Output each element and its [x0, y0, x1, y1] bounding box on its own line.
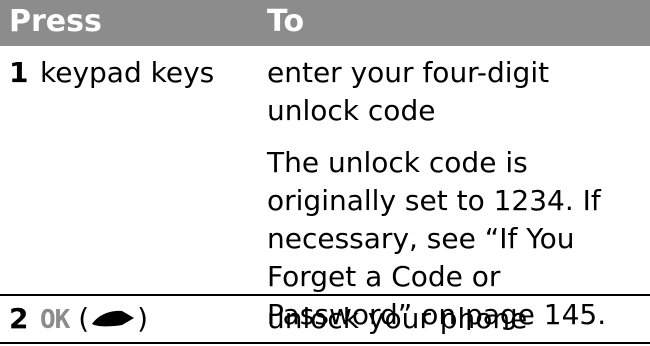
header-to: To [267, 4, 305, 39]
table-row: 1 keypad keys enter your four-digit unlo… [0, 46, 650, 331]
right-softkey-icon [92, 310, 135, 327]
press-cell: OK () [40, 300, 148, 339]
table-row: 2 OK () unlock your phone [0, 294, 650, 344]
table-header: Press To [0, 0, 650, 46]
press-cell: keypad keys [40, 56, 215, 89]
ok-key-label: OK [40, 305, 70, 335]
to-cell: enter your four-digit unlock code [267, 56, 550, 127]
step-number: 2 [9, 302, 29, 335]
paren-close: ) [137, 302, 149, 335]
paren-open: ( [78, 302, 90, 335]
step-number: 1 [9, 56, 29, 89]
table-bottom-rule [0, 342, 650, 344]
header-press: Press [9, 4, 102, 39]
instruction-table: Press To 1 keypad keys enter your four-d… [0, 0, 650, 346]
to-cell: unlock your phone [267, 302, 528, 335]
